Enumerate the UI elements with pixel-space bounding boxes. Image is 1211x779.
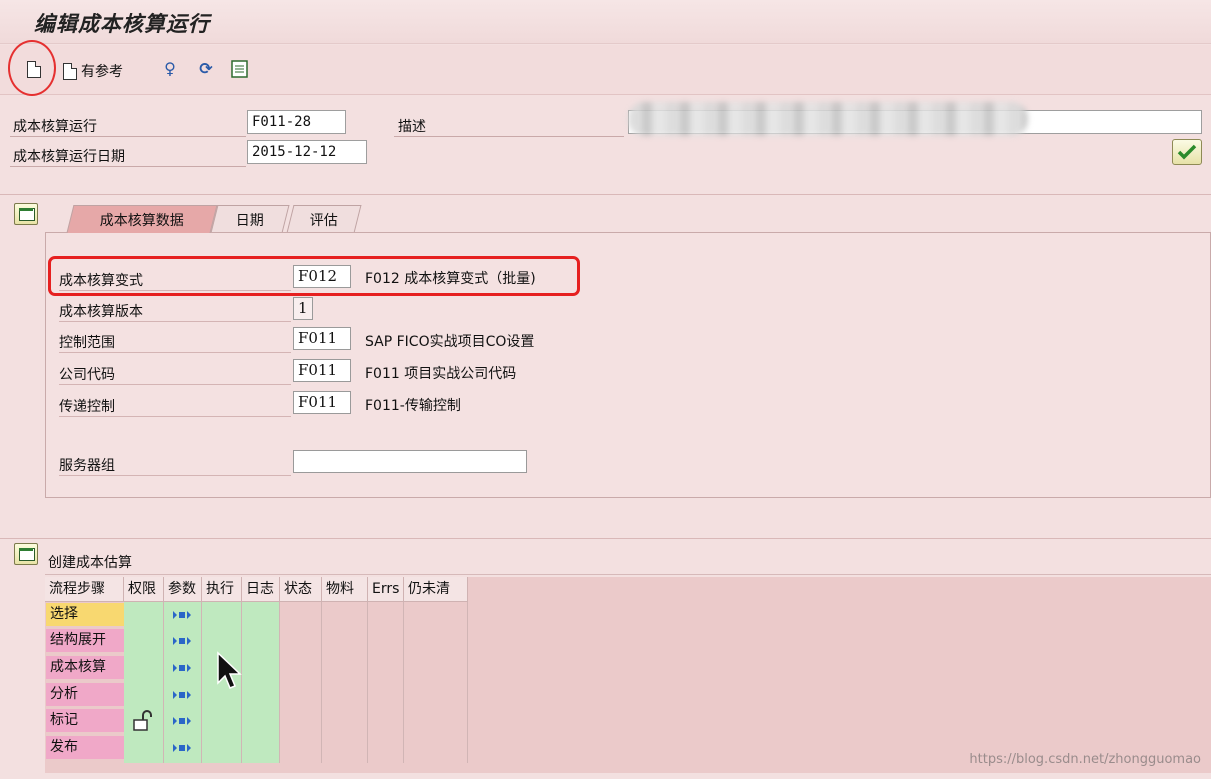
underline — [10, 166, 246, 167]
tab-label: 成本核算数据 — [99, 212, 184, 229]
status-column — [280, 602, 322, 763]
param-column — [164, 602, 202, 763]
costing-run-date-input[interactable]: 2015-12-12 — [247, 140, 367, 164]
page-title: 编辑成本核算运行 — [34, 12, 210, 36]
col-header: 执行 — [202, 577, 242, 602]
underline — [10, 136, 246, 137]
costing-version-label: 成本核算版本 — [59, 301, 291, 322]
title-bar: 编辑成本核算运行 — [0, 0, 1211, 44]
server-group-label: 服务器组 — [59, 455, 291, 476]
collapse-section-icon[interactable] — [14, 203, 38, 225]
step-selection[interactable]: 选择 — [46, 603, 124, 626]
controlling-area-label: 控制范围 — [59, 332, 291, 353]
step-costing[interactable]: 成本核算 — [46, 656, 124, 679]
glasses-icon: ♀ — [164, 59, 176, 78]
log-column — [242, 602, 280, 763]
tab-label: 日期 — [235, 212, 264, 229]
col-header: 参数 — [164, 577, 202, 602]
mouse-cursor-icon — [217, 651, 242, 689]
company-code-desc: F011 项目实战公司代码 — [365, 366, 517, 382]
errs-column — [368, 602, 404, 763]
blurred-description — [628, 102, 1028, 136]
company-code-input[interactable]: F011 — [293, 359, 351, 382]
with-reference-label: 有参考 — [81, 64, 123, 80]
parameter-icon[interactable] — [173, 637, 191, 645]
checkmark-icon — [1177, 144, 1197, 160]
transfer-control-label: 传递控制 — [59, 396, 291, 417]
watermark: https://blog.csdn.net/zhongguomao — [969, 752, 1201, 767]
parameter-icon[interactable] — [173, 691, 191, 699]
tab-label: 评估 — [309, 212, 338, 229]
parameter-icon[interactable] — [173, 744, 191, 752]
step-release[interactable]: 发布 — [46, 736, 124, 759]
toolbar: 有参考 ♀ ⟳ — [0, 45, 1211, 95]
step-mark[interactable]: 标记 — [46, 709, 124, 732]
description-label: 描述 — [398, 119, 426, 135]
document-list-icon — [231, 60, 248, 78]
parameter-icon[interactable] — [173, 664, 191, 672]
col-header: Errs — [368, 577, 404, 602]
display-button[interactable]: ♀ — [160, 59, 180, 79]
step-explosion[interactable]: 结构展开 — [46, 629, 124, 652]
costing-version-input[interactable]: 1 — [293, 297, 313, 320]
col-header: 物料 — [322, 577, 368, 602]
parameter-icon[interactable] — [173, 717, 191, 725]
refresh-icon: ⟳ — [199, 59, 213, 78]
annotation-highlight-box — [48, 256, 580, 296]
annotation-circle — [8, 40, 56, 96]
col-header: 状态 — [280, 577, 322, 602]
transfer-control-input[interactable]: F011 — [293, 391, 351, 414]
material-column — [322, 602, 368, 763]
create-cost-estimate-title: 创建成本估算 — [48, 555, 132, 571]
transfer-control-desc: F011-传输控制 — [365, 398, 461, 414]
collapse-section-icon[interactable] — [14, 543, 38, 565]
tab-valuation[interactable]: 评估 — [286, 205, 362, 233]
col-header: 权限 — [124, 577, 164, 602]
tab-costing-data[interactable]: 成本核算数据 — [66, 205, 218, 233]
parameter-icon[interactable] — [173, 611, 191, 619]
underline — [45, 574, 1211, 575]
details-button[interactable] — [230, 59, 250, 79]
with-reference-button[interactable]: 有参考 — [63, 61, 123, 81]
controlling-area-desc: SAP FICO实战项目CO设置 — [365, 334, 535, 350]
server-group-input[interactable] — [293, 450, 527, 473]
run-label: 成本核算运行 — [13, 119, 97, 135]
col-header: 仍未清 — [404, 577, 468, 602]
auth-column — [124, 602, 164, 763]
run-date-label: 成本核算运行日期 — [13, 149, 125, 165]
underline — [394, 136, 624, 137]
refresh-button[interactable]: ⟳ — [196, 59, 216, 79]
separator — [0, 194, 1211, 195]
unlock-icon[interactable] — [133, 710, 153, 732]
company-code-label: 公司代码 — [59, 364, 291, 385]
step-analysis[interactable]: 分析 — [46, 683, 124, 706]
col-header: 流程步骤 — [45, 577, 124, 602]
confirm-button[interactable] — [1172, 139, 1202, 165]
col-header: 日志 — [242, 577, 280, 602]
tab-dates[interactable]: 日期 — [210, 205, 290, 233]
controlling-area-input[interactable]: F011 — [293, 327, 351, 350]
separator — [0, 538, 1211, 539]
costing-run-input[interactable]: F011-28 — [247, 110, 346, 134]
document-icon — [63, 62, 77, 80]
open-column — [404, 602, 468, 763]
